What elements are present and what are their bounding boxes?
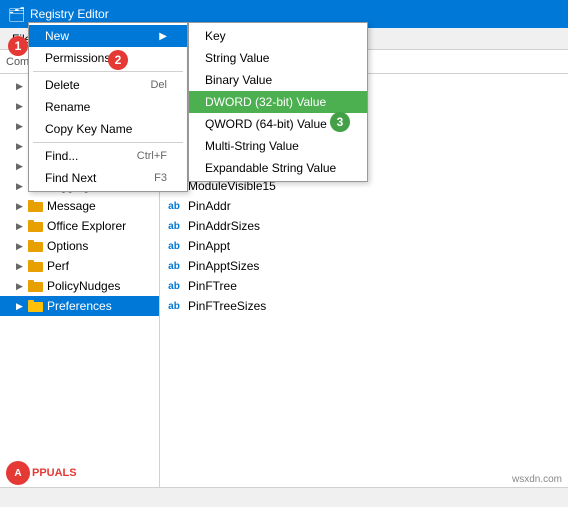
edit-menu-dropdown: New ▶ Permissions... Delete Del Rename C… — [28, 22, 188, 192]
tree-label: Message — [47, 199, 96, 213]
menu-item-findnext[interactable]: Find Next F3 — [29, 167, 187, 189]
submenu-item-key[interactable]: Key — [189, 25, 367, 47]
submenu-item-binaryvalue[interactable]: Binary Value — [189, 69, 367, 91]
right-item-pinftreesizes[interactable]: ab PinFTreeSizes — [160, 296, 568, 316]
dword-label: DWORD (32-bit) Value — [205, 95, 326, 109]
stringvalue-label: String Value — [205, 51, 269, 65]
watermark: A PPUALS — [6, 461, 77, 485]
menu-item-copykeyname[interactable]: Copy Key Name — [29, 118, 187, 140]
copykeyname-label: Copy Key Name — [45, 122, 132, 136]
wsxdn-watermark: wsxdn.com — [512, 474, 562, 485]
folder-icon — [28, 199, 44, 213]
item-name: PinAddrSizes — [188, 219, 260, 233]
badge-1: 1 — [8, 36, 28, 56]
right-item-pinappsizes[interactable]: ab PinApptSizes — [160, 256, 568, 276]
menu-item-new[interactable]: New ▶ — [29, 25, 187, 47]
tree-item-policynudges[interactable]: ▶ PolicyNudges — [0, 276, 159, 296]
tree-label: PolicyNudges — [47, 279, 120, 293]
tree-label: Options — [47, 239, 88, 253]
findnext-shortcut: F3 — [154, 172, 167, 184]
qword-label: QWORD (64-bit) Value — [205, 117, 327, 131]
submenu-item-dword[interactable]: DWORD (32-bit) Value — [189, 91, 367, 113]
tree-label: Office Explorer — [47, 219, 126, 233]
menu-item-find[interactable]: Find... Ctrl+F — [29, 145, 187, 167]
watermark-logo: A — [6, 461, 30, 485]
dword-icon: ab — [166, 298, 182, 314]
item-name: PinAddr — [188, 199, 231, 213]
folder-icon-selected — [28, 299, 44, 313]
tree-label: Preferences — [47, 299, 112, 313]
dword-icon: ab — [166, 238, 182, 254]
multistring-label: Multi-String Value — [205, 139, 299, 153]
dword-icon: ab — [166, 198, 182, 214]
item-name: PinFTree — [188, 279, 237, 293]
findnext-label: Find Next — [45, 171, 96, 185]
key-label: Key — [205, 29, 226, 43]
menu-item-delete[interactable]: Delete Del — [29, 74, 187, 96]
item-name: PinApptSizes — [188, 259, 259, 273]
item-name: PinFTreeSizes — [188, 299, 266, 313]
right-item-pinaddrsizes[interactable]: ab PinAddrSizes — [160, 216, 568, 236]
new-submenu-dropdown: Key String Value Binary Value DWORD (32-… — [188, 22, 368, 182]
tree-item-preferences[interactable]: ▶ Preferences — [0, 296, 159, 316]
app-icon: 🗂 — [8, 6, 24, 22]
tree-item-options[interactable]: ▶ Options — [0, 236, 159, 256]
new-label: New — [45, 29, 69, 43]
title-text: Registry Editor — [30, 7, 109, 21]
delete-label: Delete — [45, 78, 80, 92]
folder-icon — [28, 219, 44, 233]
item-name: PinAppt — [188, 239, 230, 253]
menu-item-rename[interactable]: Rename — [29, 96, 187, 118]
submenu-item-multistring[interactable]: Multi-String Value — [189, 135, 367, 157]
submenu-item-stringvalue[interactable]: String Value — [189, 47, 367, 69]
folder-icon — [28, 239, 44, 253]
badge-3: 3 — [330, 112, 350, 132]
find-shortcut: Ctrl+F — [137, 150, 167, 162]
status-bar — [0, 487, 568, 507]
submenu-item-expandable[interactable]: Expandable String Value — [189, 157, 367, 179]
dword-icon: ab — [166, 218, 182, 234]
rename-label: Rename — [45, 100, 90, 114]
tree-item-officeexplorer[interactable]: ▶ Office Explorer — [0, 216, 159, 236]
binaryvalue-label: Binary Value — [205, 73, 272, 87]
right-item-pinaddr[interactable]: ab PinAddr — [160, 196, 568, 216]
tree-item-message[interactable]: ▶ Message — [0, 196, 159, 216]
folder-icon — [28, 259, 44, 273]
dword-icon: ab — [166, 278, 182, 294]
expandable-label: Expandable String Value — [205, 161, 336, 175]
menu-separator-1 — [33, 71, 183, 72]
right-item-pinappt[interactable]: ab PinAppt — [160, 236, 568, 256]
tree-label: Perf — [47, 259, 69, 273]
submenu-arrow: ▶ — [159, 31, 167, 42]
menu-separator-2 — [33, 142, 183, 143]
address-label: Com — [6, 56, 29, 68]
dword-icon: ab — [166, 258, 182, 274]
watermark-text: PPUALS — [32, 467, 77, 479]
right-item-pinftree[interactable]: ab PinFTree — [160, 276, 568, 296]
folder-icon — [28, 279, 44, 293]
tree-item-perf[interactable]: ▶ Perf — [0, 256, 159, 276]
delete-shortcut: Del — [150, 79, 167, 91]
find-label: Find... — [45, 149, 78, 163]
badge-2: 2 — [108, 50, 128, 70]
